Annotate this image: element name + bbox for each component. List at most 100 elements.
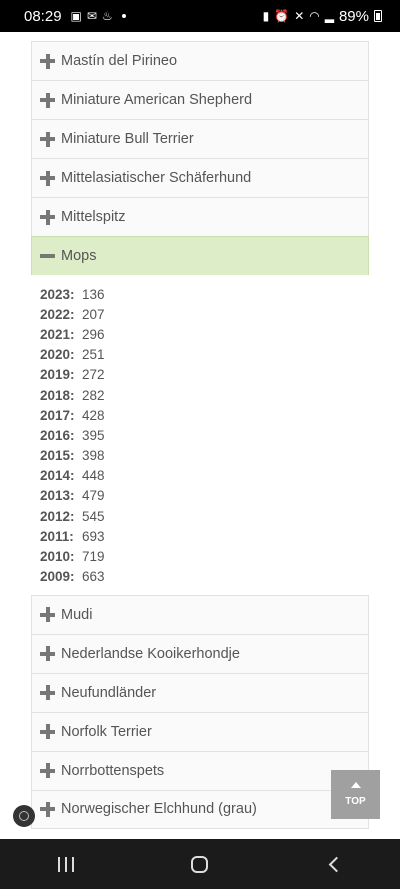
year-label: 2020: xyxy=(40,347,75,363)
year-count: 282 xyxy=(82,387,105,403)
year-row: 2023: 136 xyxy=(40,284,369,304)
year-row: 2019: 272 xyxy=(40,365,369,385)
scroll-to-top-button[interactable]: TOP xyxy=(331,770,380,819)
wifi-icon: ◠ xyxy=(309,9,320,23)
year-count: 448 xyxy=(82,468,105,484)
privacy-shield-icon[interactable] xyxy=(13,805,35,827)
plus-icon xyxy=(40,801,55,817)
year-label: 2013: xyxy=(40,488,75,504)
year-label: 2021: xyxy=(40,326,75,342)
breed-label: Miniature Bull Terrier xyxy=(61,131,194,147)
year-label: 2009: xyxy=(40,569,75,585)
breed-label: Mittelasiatischer Schäferhund xyxy=(61,170,252,186)
plus-icon xyxy=(40,92,55,108)
alarm-icon: ⏰ xyxy=(274,9,290,23)
year-count: 251 xyxy=(82,347,105,363)
year-count: 136 xyxy=(82,286,105,302)
year-row: 2015: 398 xyxy=(40,446,369,466)
status-right: ▮ ⏰ ✕ ◠ ▂ 89% xyxy=(263,8,382,25)
breed-item[interactable]: Miniature American Shepherd xyxy=(31,80,369,119)
breed-item[interactable]: Nederlandse Kooikerhondje xyxy=(31,633,369,673)
breed-label: Mops xyxy=(61,248,97,264)
breed-item[interactable]: Norfolk Terrier xyxy=(31,711,369,751)
year-label: 2011: xyxy=(40,528,74,544)
breed-item[interactable]: Norrbottenspets xyxy=(31,750,369,790)
year-row: 2021: 296 xyxy=(40,324,369,344)
plus-icon xyxy=(40,646,55,662)
breed-item[interactable]: Mittelspitz xyxy=(31,197,369,236)
plus-icon xyxy=(40,131,55,147)
year-label: 2023: xyxy=(40,286,75,302)
year-row: 2018: 282 xyxy=(40,385,369,405)
breed-item[interactable]: Mittelasiatischer Schäferhund xyxy=(31,158,369,197)
year-row: 2011: 693 xyxy=(40,526,369,546)
year-label: 2014: xyxy=(40,468,75,484)
year-count: 663 xyxy=(82,569,105,585)
plus-icon xyxy=(40,53,55,69)
minus-icon xyxy=(40,249,55,264)
breed-item[interactable]: Neufundländer xyxy=(31,672,369,712)
year-row: 2014: 448 xyxy=(40,466,369,486)
year-label: 2010: xyxy=(40,549,75,565)
page-content: Mastín del Pirineo Miniature American Sh… xyxy=(0,32,400,839)
year-count: 207 xyxy=(82,306,105,322)
more-notifications-icon xyxy=(121,14,126,18)
year-count: 296 xyxy=(82,326,105,342)
breed-label: Norfolk Terrier xyxy=(61,723,152,740)
year-row: 2020: 251 xyxy=(40,345,369,365)
year-label: 2022: xyxy=(40,306,75,322)
year-label: 2016: xyxy=(40,427,75,443)
breed-label: Mudi xyxy=(61,606,93,623)
plus-icon xyxy=(40,763,55,779)
arrow-up-icon xyxy=(350,782,361,788)
year-count: 272 xyxy=(82,367,105,383)
breed-label: Nederlandse Kooikerhondje xyxy=(61,645,240,662)
signal-icon: ▂ xyxy=(324,9,334,23)
plus-icon xyxy=(40,209,55,225)
year-count-list: 2023: 136 2022: 207 2021: 296 2020: 251 2019… xyxy=(31,275,369,595)
back-button[interactable] xyxy=(328,856,344,872)
mute-icon: ✕ xyxy=(294,9,305,23)
battery-percent: 89% xyxy=(338,7,369,25)
breed-accordion: Mastín del Pirineo Miniature American Sh… xyxy=(31,41,369,829)
breed-label: Neufundländer xyxy=(61,684,157,701)
breed-label: Mastín del Pirineo xyxy=(61,53,178,69)
battery-icon xyxy=(374,10,382,22)
year-label: 2015: xyxy=(40,448,75,464)
recents-button[interactable] xyxy=(58,856,75,872)
breed-item[interactable]: Norwegischer Elchhund (grau) xyxy=(31,789,369,829)
breed-item-expanded[interactable]: Mops xyxy=(31,236,369,275)
app-notification-icon: ♨ xyxy=(101,9,113,23)
breed-item[interactable]: Mudi xyxy=(31,594,369,634)
year-row: 2012: 545 xyxy=(40,506,369,526)
year-count: 693 xyxy=(82,528,105,544)
year-count: 428 xyxy=(82,407,105,423)
year-count: 545 xyxy=(82,508,105,524)
breed-item[interactable]: Mastín del Pirineo xyxy=(31,41,369,80)
year-count: 395 xyxy=(82,427,105,443)
year-count: 719 xyxy=(82,549,105,565)
year-row: 2009: 663 xyxy=(40,567,369,587)
home-button[interactable] xyxy=(190,855,208,873)
year-count: 479 xyxy=(82,488,105,504)
year-label: 2018: xyxy=(40,387,75,403)
breed-label: Norrbottenspets xyxy=(61,762,165,779)
year-label: 2012: xyxy=(40,508,75,524)
battery-saver-icon: ▮ xyxy=(262,9,270,23)
plus-icon xyxy=(40,170,55,186)
breed-label: Miniature American Shepherd xyxy=(61,92,253,108)
plus-icon xyxy=(40,607,55,623)
status-left: 08:29 ▣ ✉ ♨ xyxy=(24,8,126,25)
year-count: 398 xyxy=(82,448,105,464)
gmail-notification-icon: ✉ xyxy=(86,9,97,23)
top-button-label: TOP xyxy=(345,796,366,807)
year-row: 2013: 479 xyxy=(40,486,369,506)
breed-item[interactable]: Miniature Bull Terrier xyxy=(31,119,369,158)
status-time: 08:29 xyxy=(24,7,62,25)
year-row: 2010: 719 xyxy=(40,546,369,566)
system-nav-bar xyxy=(0,839,400,889)
year-label: 2019: xyxy=(40,367,75,383)
breed-label: Norwegischer Elchhund (grau) xyxy=(61,801,257,818)
status-bar: 08:29 ▣ ✉ ♨ ▮ ⏰ ✕ ◠ ▂ 89% xyxy=(0,0,400,32)
plus-icon xyxy=(40,685,55,701)
